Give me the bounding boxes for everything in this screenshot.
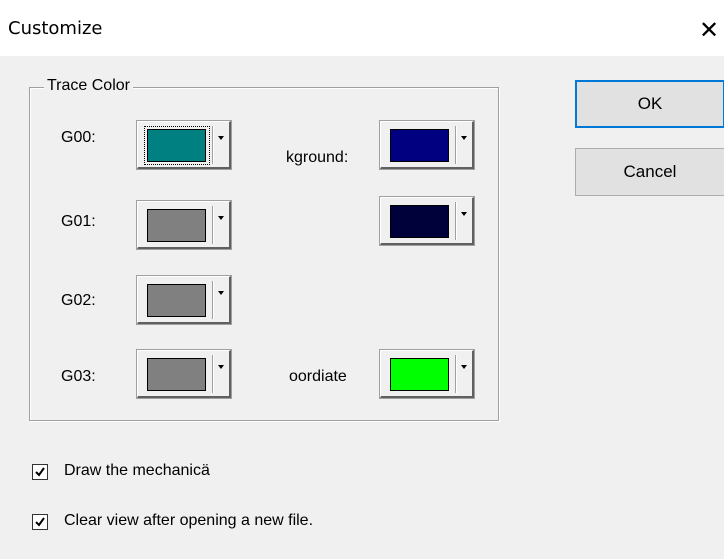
focus-ring bbox=[144, 126, 210, 165]
dropdown-separator bbox=[212, 355, 213, 393]
label-g03: G03: bbox=[61, 368, 96, 385]
ok-button[interactable]: OK bbox=[575, 80, 724, 128]
label-g01: G01: bbox=[61, 213, 96, 230]
draw-mechanical-checkbox[interactable] bbox=[32, 464, 48, 480]
color-picker-grid[interactable] bbox=[379, 196, 475, 246]
dropdown-separator bbox=[455, 202, 456, 240]
label-g00: G00: bbox=[61, 129, 96, 146]
label-coordinate: oordiate bbox=[289, 368, 347, 385]
checkmark-icon bbox=[35, 467, 45, 477]
color-picker-g03[interactable] bbox=[136, 349, 232, 399]
color-picker-background[interactable] bbox=[379, 120, 475, 170]
color-swatch bbox=[147, 209, 206, 242]
window-title: Customize bbox=[8, 18, 103, 39]
checkmark-icon bbox=[35, 517, 45, 527]
color-picker-g01[interactable] bbox=[136, 200, 232, 250]
color-picker-g02[interactable] bbox=[136, 275, 232, 325]
color-swatch bbox=[390, 358, 449, 391]
color-swatch bbox=[390, 129, 449, 162]
dropdown-separator bbox=[455, 126, 456, 164]
dropdown-separator bbox=[455, 355, 456, 393]
clear-view-label[interactable]: Clear view after opening a new file. bbox=[64, 512, 313, 530]
label-background: kground: bbox=[286, 149, 349, 166]
color-picker-g00[interactable] bbox=[136, 120, 232, 170]
dropdown-separator bbox=[212, 126, 213, 164]
color-swatch bbox=[147, 358, 206, 391]
dropdown-separator bbox=[212, 206, 213, 244]
clear-view-checkbox[interactable] bbox=[32, 514, 48, 530]
close-icon[interactable]: ✕ bbox=[694, 10, 724, 50]
title-bar: Customize ✕ bbox=[0, 0, 724, 56]
draw-mechanical-label[interactable]: Draw the mechanicä bbox=[64, 462, 210, 480]
color-swatch bbox=[390, 205, 449, 238]
cancel-button[interactable]: Cancel bbox=[575, 148, 724, 196]
color-picker-coordinate[interactable] bbox=[379, 349, 475, 399]
color-swatch bbox=[147, 284, 206, 317]
label-g02: G02: bbox=[61, 292, 96, 309]
dropdown-separator bbox=[212, 281, 213, 319]
trace-color-legend: Trace Color bbox=[44, 77, 133, 95]
